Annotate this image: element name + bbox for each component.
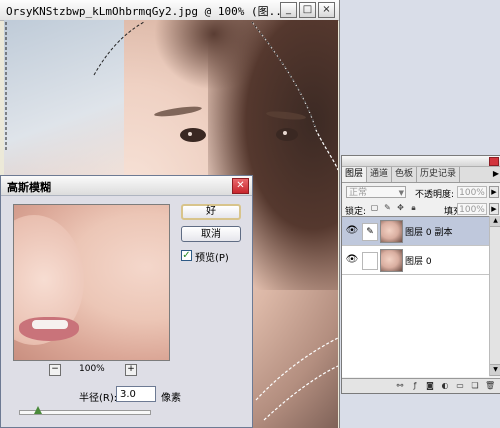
fill-slider-arrow-icon[interactable]: ▶ [489,203,499,215]
panel-grip[interactable] [342,156,500,167]
panel-menu-icon[interactable]: ▶ [491,167,500,182]
zoom-in-button[interactable]: + [125,364,137,376]
layer-link-slot[interactable] [362,252,378,270]
lock-row: 锁定: ▢ ✎ ✥ 🔒︎ 填充: 100% ▶ [342,200,500,217]
lock-transparency-icon[interactable]: ▢ [370,203,379,213]
tab-swatches[interactable]: 色板 [392,167,418,182]
layer-style-icon[interactable]: ƒ [410,381,420,391]
layer-name: 图层 0 [405,257,432,267]
layer-thumbnail [380,249,403,272]
layer-row-base[interactable]: 👁︎ 图层 0 [342,246,489,275]
visibility-eye-icon[interactable]: 👁︎ [345,255,359,265]
lock-position-icon[interactable]: ✥ [396,203,405,213]
dialog-title: 高斯模糊 [7,181,51,194]
visibility-eye-icon[interactable]: 👁︎ [345,226,359,236]
layer-name: 图层 0 副本 [405,228,453,238]
maximize-button[interactable]: □ [299,2,316,18]
radius-label: 半径(R): [79,393,118,404]
layer-row-copy[interactable]: 👁︎ ✎ 图层 0 副本 [342,217,489,246]
adjustment-icon[interactable]: ◐ [440,381,450,391]
chevron-down-icon: ▼ [398,189,404,197]
close-button[interactable]: × [318,2,335,18]
layer-scrollbar[interactable]: ▲ ▼ [489,216,500,376]
trash-icon[interactable]: 🗑︎ [485,381,495,391]
radius-unit: 像素 [161,393,181,404]
document-titlebar[interactable]: OrsyKNStzbwp_kLmOhbrmqGy2.jpg @ 100% (图.… [0,0,339,21]
zoom-level: 100% [79,364,105,374]
tab-layers[interactable]: 图层 [342,167,368,182]
preview-teeth [32,320,68,329]
tab-channels[interactable]: 通道 [367,167,393,182]
layer-brush-icon[interactable]: ✎ [362,223,378,241]
blend-row: 正常 ▼ 不透明度: 100% ▶ [342,183,500,200]
panel-tabs: 图层 通道 色板 历史记录 ▶ [342,167,500,183]
scroll-down-icon[interactable]: ▼ [490,364,500,376]
opacity-label: 不透明度: [415,190,455,200]
opacity-slider-arrow-icon[interactable]: ▶ [489,186,499,198]
layer-list: 👁︎ ✎ 图层 0 副本 👁︎ 图层 0 [342,216,489,377]
preview-checkbox[interactable]: ✓ [181,250,192,261]
group-icon[interactable]: ▭ [455,381,465,391]
mask-icon[interactable]: ◙ [425,381,435,391]
preview-window[interactable] [13,204,170,361]
new-layer-icon[interactable]: ❏ [470,381,480,391]
layers-panel: 图层 通道 色板 历史记录 ▶ 正常 ▼ 不透明度: 100% ▶ 锁定: ▢ … [341,155,500,394]
dialog-titlebar[interactable]: 高斯模糊 ✕ [1,176,252,196]
document-title: OrsyKNStzbwp_kLmOhbrmqGy2.jpg @ 100% (图.… [6,5,289,18]
radius-input[interactable]: 3.0 [116,386,156,402]
gaussian-blur-dialog: 高斯模糊 ✕ − 100% + 好 取消 ✓ 预览(P) 半径(R): 3.0 … [0,175,253,428]
link-icon[interactable]: ⚯ [395,381,405,391]
fill-input[interactable]: 100% [457,203,487,215]
layer-thumbnail [380,220,403,243]
zoom-controls: − 100% + [13,364,168,378]
cancel-button[interactable]: 取消 [181,226,241,242]
minimize-button[interactable]: _ [280,2,297,18]
opacity-input[interactable]: 100% [457,186,487,198]
lock-pixels-icon[interactable]: ✎ [383,203,392,213]
scroll-up-icon[interactable]: ▲ [490,216,500,227]
tab-history[interactable]: 历史记录 [417,167,461,182]
panel-close-icon[interactable] [489,157,499,166]
lock-all-icon[interactable]: 🔒︎ [409,203,418,213]
ok-button[interactable]: 好 [181,204,241,220]
panel-footer: ⚯ ƒ ◙ ◐ ▭ ❏ 🗑︎ [342,378,500,393]
blend-mode-select[interactable]: 正常 ▼ [346,186,406,198]
radius-slider-thumb[interactable] [34,406,42,414]
preview-checkbox-label[interactable]: 预览(P) [195,249,229,264]
blend-mode-value: 正常 [349,188,368,198]
zoom-out-button[interactable]: − [49,364,61,376]
close-icon[interactable]: ✕ [232,178,249,194]
